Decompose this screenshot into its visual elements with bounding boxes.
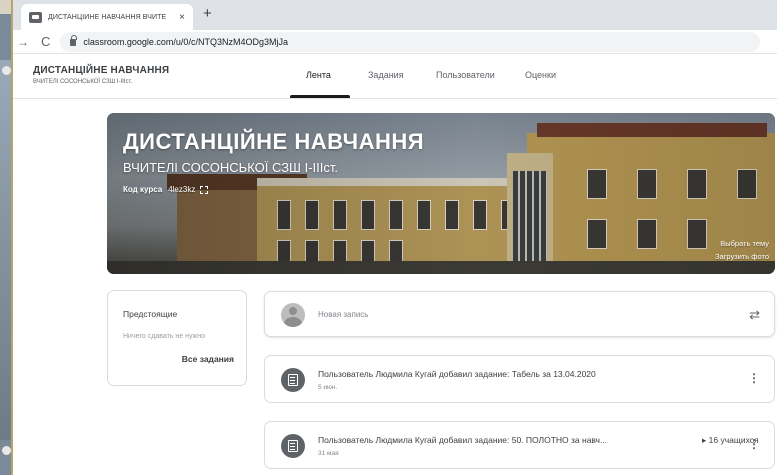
forward-icon[interactable]: → — [17, 35, 29, 49]
tab-grades[interactable]: Оценки — [525, 70, 556, 80]
active-tab-indicator — [290, 95, 350, 98]
stream-item-title[interactable]: Пользователь Людмила Кугай добавил задан… — [318, 435, 607, 445]
background-window-image — [0, 60, 11, 440]
screen: ДИСТАНЦІЙНЕ НАВЧАННЯ ВЧИТЕ × + → C class… — [0, 0, 777, 475]
reload-icon[interactable]: C — [41, 34, 50, 49]
class-banner: ДИСТАНЦІЙНЕ НАВЧАННЯ ВЧИТЕЛІ СОСОНСЬКОЇ … — [107, 113, 775, 274]
more-options-icon[interactable]: ⋮ — [748, 438, 760, 450]
browser-window: ДИСТАНЦІЙНЕ НАВЧАННЯ ВЧИТЕ × + → C class… — [11, 0, 777, 475]
stream-item-title[interactable]: Пользователь Людмила Кугай добавил задан… — [318, 369, 596, 379]
more-options-icon[interactable]: ⋮ — [748, 372, 760, 384]
tab-stream[interactable]: Лента — [306, 70, 331, 80]
upload-photo-link[interactable]: Загрузить фото — [715, 252, 769, 261]
classroom-header: ДИСТАНЦІЙНЕ НАВЧАННЯ ВЧИТЕЛІ СОСОНСЬКОЇ … — [13, 55, 777, 99]
browser-tab[interactable]: ДИСТАНЦІЙНЕ НАВЧАННЯ ВЧИТЕ × — [21, 4, 193, 30]
stream-item[interactable]: Пользователь Людмила Кугай добавил задан… — [264, 421, 775, 469]
select-theme-link[interactable]: Выбрать тему — [720, 239, 769, 248]
browser-tab-title: ДИСТАНЦІЙНЕ НАВЧАННЯ ВЧИТЕ — [48, 13, 167, 21]
repost-icon[interactable]: ⇄ — [749, 307, 760, 323]
banner-title: ДИСТАНЦІЙНЕ НАВЧАННЯ — [123, 129, 425, 154]
class-code-value: 4lez3kz — [168, 185, 196, 194]
assignment-icon — [281, 434, 305, 458]
new-tab-button[interactable]: + — [203, 6, 212, 22]
background-window-dot — [2, 66, 11, 75]
close-tab-icon[interactable]: × — [179, 12, 185, 23]
classroom-favicon-icon — [29, 11, 42, 23]
avatar — [281, 303, 305, 327]
stream-item-date: 31 мая — [318, 450, 339, 457]
stream-item[interactable]: Пользователь Людмила Кугай добавил задан… — [264, 355, 775, 403]
composer-placeholder[interactable]: Новая запись — [318, 310, 368, 319]
tab-people[interactable]: Пользователи — [436, 70, 495, 80]
class-code: Код курса 4lez3kz — [123, 185, 209, 194]
browser-toolbar: → C classroom.google.com/u/0/c/NTQ3NzM4O… — [13, 30, 777, 54]
address-bar[interactable]: classroom.google.com/u/0/c/NTQ3NzM4ODg3M… — [60, 31, 761, 52]
assignment-icon — [281, 368, 305, 392]
class-section: ВЧИТЕЛІ СОСОНСЬКОЇ СЗШ І-ІІІст. — [33, 79, 133, 85]
tab-strip: ДИСТАНЦІЙНЕ НАВЧАННЯ ВЧИТЕ × + — [13, 0, 777, 30]
tab-classwork[interactable]: Задания — [368, 70, 404, 80]
class-code-label: Код курса — [123, 185, 163, 194]
banner-subtitle: ВЧИТЕЛІ СОСОНСЬКОЇ СЗШ І-ІІІст. — [123, 160, 338, 175]
upcoming-empty-text: Ничего сдавать не нужно — [123, 333, 205, 340]
background-window-titlebar — [0, 0, 11, 14]
fullscreen-icon[interactable] — [200, 185, 209, 194]
url-text[interactable]: classroom.google.com/u/0/c/NTQ3NzM4ODg3M… — [83, 37, 288, 47]
lock-icon[interactable] — [70, 35, 78, 46]
view-all-link[interactable]: Все задания — [182, 354, 234, 364]
upcoming-title: Предстоящие — [123, 309, 178, 319]
background-window — [0, 0, 11, 475]
stream-item-date: 5 июн. — [318, 384, 338, 391]
background-window-dot — [2, 446, 11, 455]
post-composer[interactable]: Новая запись ⇄ — [264, 291, 775, 337]
class-name[interactable]: ДИСТАНЦІЙНЕ НАВЧАННЯ — [33, 65, 169, 76]
upcoming-card: Предстоящие Ничего сдавать не нужно Все … — [107, 290, 247, 386]
